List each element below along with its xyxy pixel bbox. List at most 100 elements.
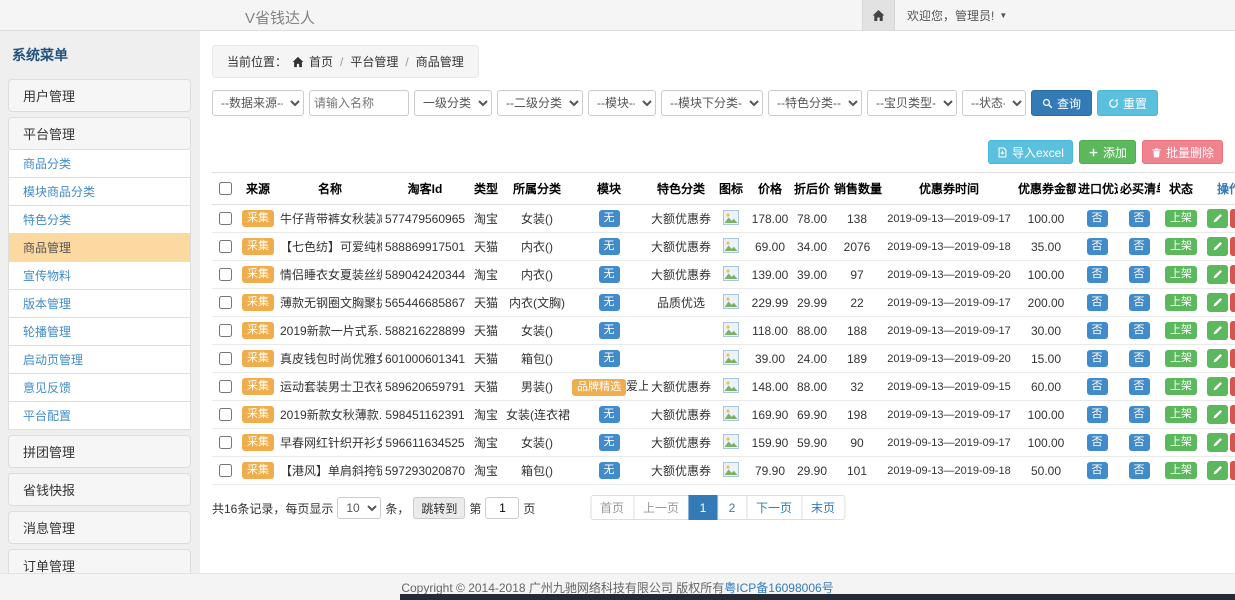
breadcrumb-home-link[interactable]: 首页 (309, 53, 333, 70)
select-all-checkbox[interactable] (219, 182, 232, 195)
edit-button[interactable] (1207, 209, 1228, 228)
page-button[interactable]: 末页 (801, 495, 845, 520)
page-size-select[interactable]: 10 (337, 497, 381, 519)
must-buy-badge[interactable]: 否 (1129, 266, 1150, 283)
import-select-badge[interactable]: 否 (1087, 462, 1108, 479)
row-checkbox[interactable] (219, 240, 232, 253)
status-badge[interactable]: 上架 (1165, 294, 1197, 311)
delete-button[interactable] (1230, 293, 1235, 312)
must-buy-badge[interactable]: 否 (1129, 378, 1150, 395)
must-buy-badge[interactable]: 否 (1129, 210, 1150, 227)
feature-category-select[interactable]: --特色分类-- (768, 90, 862, 116)
delete-button[interactable] (1230, 237, 1235, 256)
level2-category-select[interactable]: --二级分类-- (497, 90, 583, 116)
breadcrumb-platform-link[interactable]: 平台管理 (350, 53, 398, 70)
import-select-badge[interactable]: 否 (1087, 322, 1108, 339)
sidebar-item[interactable]: 省钱快报 (8, 473, 191, 506)
status-badge[interactable]: 上架 (1165, 434, 1197, 451)
row-checkbox[interactable] (219, 380, 232, 393)
module-subcategory-select[interactable]: --模块下分类-- (661, 90, 763, 116)
item-type-select[interactable]: --宝贝类型-- (867, 90, 957, 116)
delete-button[interactable] (1230, 377, 1235, 396)
icp-link[interactable]: 粤ICP备16098006号 (724, 579, 833, 596)
sidebar-item[interactable]: 模块商品分类 (8, 178, 191, 206)
delete-button[interactable] (1230, 265, 1235, 284)
edit-button[interactable] (1207, 461, 1228, 480)
data-source-select[interactable]: --数据来源-- (212, 90, 304, 116)
status-badge[interactable]: 上架 (1165, 238, 1197, 255)
sidebar-item[interactable]: 宣传物料 (8, 262, 191, 290)
level1-category-select[interactable]: 一级分类 (414, 90, 492, 116)
page-button[interactable]: 下一页 (746, 495, 802, 520)
import-select-badge[interactable]: 否 (1087, 266, 1108, 283)
row-checkbox[interactable] (219, 464, 232, 477)
status-badge[interactable]: 上架 (1165, 210, 1197, 227)
import-select-badge[interactable]: 否 (1087, 350, 1108, 367)
import-select-badge[interactable]: 否 (1087, 210, 1108, 227)
must-buy-badge[interactable]: 否 (1129, 238, 1150, 255)
page-button[interactable]: 2 (717, 495, 747, 520)
delete-button[interactable] (1230, 321, 1235, 340)
delete-button[interactable] (1230, 405, 1235, 424)
status-badge[interactable]: 上架 (1165, 350, 1197, 367)
row-checkbox[interactable] (219, 212, 232, 225)
status-badge[interactable]: 上架 (1165, 322, 1197, 339)
sidebar-item[interactable]: 平台配置 (8, 402, 191, 430)
must-buy-badge[interactable]: 否 (1129, 434, 1150, 451)
row-checkbox[interactable] (219, 324, 232, 337)
edit-button[interactable] (1207, 433, 1228, 452)
sidebar-item[interactable]: 拼团管理 (8, 435, 191, 468)
row-checkbox[interactable] (219, 296, 232, 309)
import-select-badge[interactable]: 否 (1087, 238, 1108, 255)
jump-button[interactable]: 跳转到 (413, 497, 465, 519)
import-select-badge[interactable]: 否 (1087, 406, 1108, 423)
edit-button[interactable] (1207, 237, 1228, 256)
must-buy-badge[interactable]: 否 (1129, 406, 1150, 423)
user-menu[interactable]: 欢迎您，管理员! ▼ (907, 7, 1007, 24)
delete-button[interactable] (1230, 349, 1235, 368)
add-button[interactable]: 添加 (1079, 140, 1136, 164)
import-excel-button[interactable]: 导入excel (988, 140, 1073, 164)
sidebar-item[interactable]: 平台管理 (8, 117, 191, 150)
delete-button[interactable] (1230, 209, 1235, 228)
row-checkbox[interactable] (219, 408, 232, 421)
status-badge[interactable]: 上架 (1165, 406, 1197, 423)
status-badge[interactable]: 上架 (1165, 266, 1197, 283)
sidebar-item[interactable]: 意见反馈 (8, 374, 191, 402)
delete-button[interactable] (1230, 461, 1235, 480)
must-buy-badge[interactable]: 否 (1129, 462, 1150, 479)
sidebar-item[interactable]: 用户管理 (8, 79, 191, 112)
sidebar-item[interactable]: 轮播管理 (8, 318, 191, 346)
edit-button[interactable] (1207, 265, 1228, 284)
sidebar-item[interactable]: 版本管理 (8, 290, 191, 318)
status-select[interactable]: --状态-- (962, 90, 1026, 116)
edit-button[interactable] (1207, 293, 1228, 312)
sidebar-item[interactable]: 消息管理 (8, 511, 191, 544)
row-checkbox[interactable] (219, 436, 232, 449)
edit-button[interactable] (1207, 377, 1228, 396)
reset-button[interactable]: 重置 (1097, 90, 1158, 116)
status-badge[interactable]: 上架 (1165, 378, 1197, 395)
home-button[interactable] (862, 0, 895, 30)
must-buy-badge[interactable]: 否 (1129, 322, 1150, 339)
sidebar-item[interactable]: 商品管理 (8, 234, 191, 262)
status-badge[interactable]: 上架 (1165, 462, 1197, 479)
module-select[interactable]: --模块-- (588, 90, 656, 116)
name-input[interactable] (309, 90, 409, 116)
import-select-badge[interactable]: 否 (1087, 294, 1108, 311)
sidebar-item[interactable]: 订单管理 (8, 549, 191, 573)
must-buy-badge[interactable]: 否 (1129, 294, 1150, 311)
must-buy-badge[interactable]: 否 (1129, 350, 1150, 367)
sidebar-item[interactable]: 启动页管理 (8, 346, 191, 374)
jump-page-input[interactable] (485, 497, 519, 519)
search-button[interactable]: 查询 (1031, 90, 1092, 116)
row-checkbox[interactable] (219, 352, 232, 365)
import-select-badge[interactable]: 否 (1087, 434, 1108, 451)
batch-delete-button[interactable]: 批量删除 (1142, 140, 1223, 164)
edit-button[interactable] (1207, 321, 1228, 340)
sidebar-item[interactable]: 特色分类 (8, 206, 191, 234)
page-button[interactable]: 1 (688, 495, 718, 520)
delete-button[interactable] (1230, 433, 1235, 452)
edit-button[interactable] (1207, 349, 1228, 368)
row-checkbox[interactable] (219, 268, 232, 281)
